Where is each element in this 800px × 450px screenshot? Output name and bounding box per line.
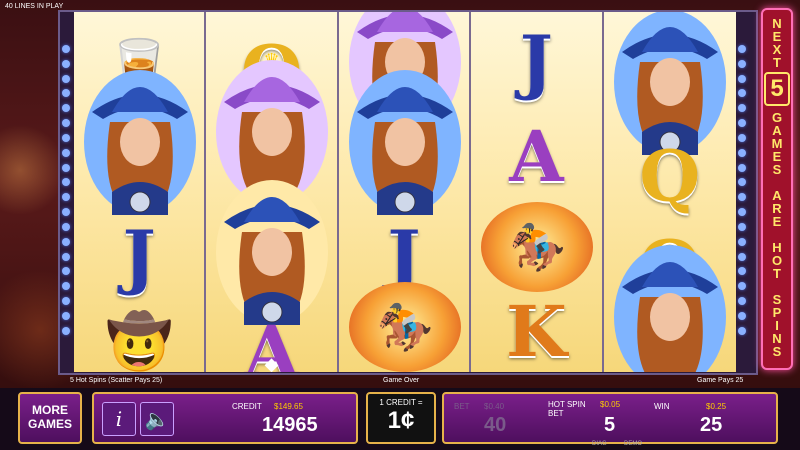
- payline-dot: [62, 119, 70, 128]
- reel-1: 🥃 J 🤠: [74, 12, 207, 372]
- hot-spin-bet-label-2: BET: [548, 409, 564, 418]
- reel-2: Q ♛ A ◆: [206, 12, 339, 373]
- payline-dot: [738, 252, 746, 261]
- letter-q-symbol: Q: [639, 135, 701, 218]
- hat-icon: 🤠: [105, 311, 173, 372]
- bet-money: $0.40: [484, 402, 505, 411]
- payline-indicators-left: [62, 45, 72, 335]
- letter-a-symbol: A: [509, 115, 564, 198]
- reel-symbol: 🤠: [74, 282, 204, 372]
- diag-label: DIAG: [592, 441, 607, 447]
- info-button[interactable]: i: [102, 402, 136, 436]
- cowgirl-wild-icon: [84, 70, 196, 215]
- more-games-line2: GAMES: [27, 417, 72, 431]
- payline-dot: [62, 222, 70, 231]
- cowgirl-wild-icon: [348, 70, 461, 215]
- win-money: $0.25: [706, 402, 727, 411]
- bet-value: 40: [484, 414, 507, 436]
- more-games-line1: MORE: [32, 403, 68, 418]
- horse-rider-icon: 🏇: [348, 282, 461, 372]
- payline-dot: [62, 104, 70, 113]
- payline-dot: [738, 59, 746, 68]
- demo-label: DEMO: [624, 441, 642, 447]
- diamond-icon: ◆: [264, 354, 279, 372]
- lines-in-play-label: 40 LINES IN PLAY: [5, 3, 64, 10]
- reel-symbol: A ◆: [206, 292, 336, 373]
- payline-dot: [738, 119, 746, 128]
- payline-dot: [62, 237, 70, 246]
- credit-money: $149.65: [274, 402, 303, 411]
- payline-dot: [738, 45, 746, 53]
- payline-dot: [62, 148, 70, 157]
- payline-dot: [62, 282, 70, 291]
- payline-dot: [738, 297, 746, 306]
- payline-dot: [738, 163, 746, 172]
- payline-dot: [62, 193, 70, 202]
- banner-games-text: GAMES ARE HOT SPINS: [769, 110, 785, 357]
- payline-dot: [62, 252, 70, 261]
- horse-icon: 🏇: [508, 220, 566, 273]
- reel-symbol: K: [471, 272, 601, 372]
- denomination-button[interactable]: 1 CREDIT = 1¢: [366, 392, 436, 444]
- hot-spin-bet-value: 5: [604, 414, 616, 436]
- payline-dot: [738, 282, 746, 291]
- payline-dot: [738, 133, 746, 142]
- letter-k-symbol: K: [505, 290, 567, 372]
- payline-dot: [62, 311, 70, 320]
- payline-dot: [738, 326, 746, 335]
- payline-dot: [62, 208, 70, 217]
- win-label: WIN: [654, 402, 670, 411]
- payline-dot: [738, 148, 746, 157]
- reel-3: J 🏇: [338, 12, 472, 372]
- payline-dot: [62, 297, 70, 306]
- win-value: 25: [700, 414, 723, 436]
- payline-dot: [62, 163, 70, 172]
- hot-spin-bet-money: $0.05: [600, 400, 621, 409]
- payline-dot: [738, 222, 746, 231]
- status-left: 5 Hot Spins (Scatter Pays 25): [70, 377, 163, 384]
- horse-icon: 🏇: [376, 300, 434, 353]
- payline-dot: [62, 45, 70, 53]
- bet-win-panel: BET $0.40 40 HOT SPIN BET $0.05 5 WIN $0…: [442, 392, 778, 444]
- hot-spin-bet-label-1: HOT SPIN: [548, 400, 586, 409]
- payline-dot: [62, 133, 70, 142]
- payline-dot: [738, 178, 746, 187]
- reel-symbol: A: [471, 97, 601, 217]
- credit-label: CREDIT: [232, 402, 262, 411]
- banner-next-text: NEXT: [769, 16, 785, 68]
- denom-label: 1 CREDIT =: [379, 398, 423, 407]
- credit-panel: i 🔈 CREDIT $149.65 14965: [92, 392, 358, 444]
- payline-indicators-right: [738, 45, 748, 335]
- more-games-button[interactable]: MORE GAMES: [18, 392, 82, 444]
- payline-dot: [738, 208, 746, 217]
- payline-dot: [62, 267, 70, 276]
- speaker-icon: 🔈: [144, 407, 170, 431]
- payline-dot: [738, 311, 746, 320]
- payline-dot: [62, 178, 70, 187]
- payline-dot: [738, 193, 746, 202]
- banner-count: 5: [764, 72, 790, 106]
- reel-4: J A 🏇 K: [471, 12, 604, 372]
- payline-dot: [738, 89, 746, 98]
- cowgirl-wild-icon: [613, 245, 726, 372]
- credit-value: 14965: [262, 414, 318, 436]
- payline-dot: [738, 267, 746, 276]
- status-right: Game Pays 25: [697, 377, 744, 384]
- sound-button[interactable]: 🔈: [140, 402, 174, 436]
- hot-spins-banner: NEXT 5 GAMES ARE HOT SPINS: [761, 8, 793, 370]
- bet-label: BET: [454, 402, 470, 411]
- payline-dot: [62, 326, 70, 335]
- info-icon: i: [115, 407, 123, 431]
- denom-value: 1¢: [387, 407, 415, 434]
- payline-dot: [738, 74, 746, 83]
- payline-dot: [738, 237, 746, 246]
- letter-j-symbol: J: [519, 20, 553, 103]
- payline-dot: [738, 104, 746, 113]
- slot-reels: 🥃 J 🤠 Q ♛: [74, 12, 736, 372]
- payline-dot: [62, 74, 70, 83]
- payline-dot: [62, 89, 70, 98]
- payline-dot: [62, 59, 70, 68]
- reel-5: Q Q: [603, 12, 736, 372]
- status-center: Game Over: [383, 377, 420, 384]
